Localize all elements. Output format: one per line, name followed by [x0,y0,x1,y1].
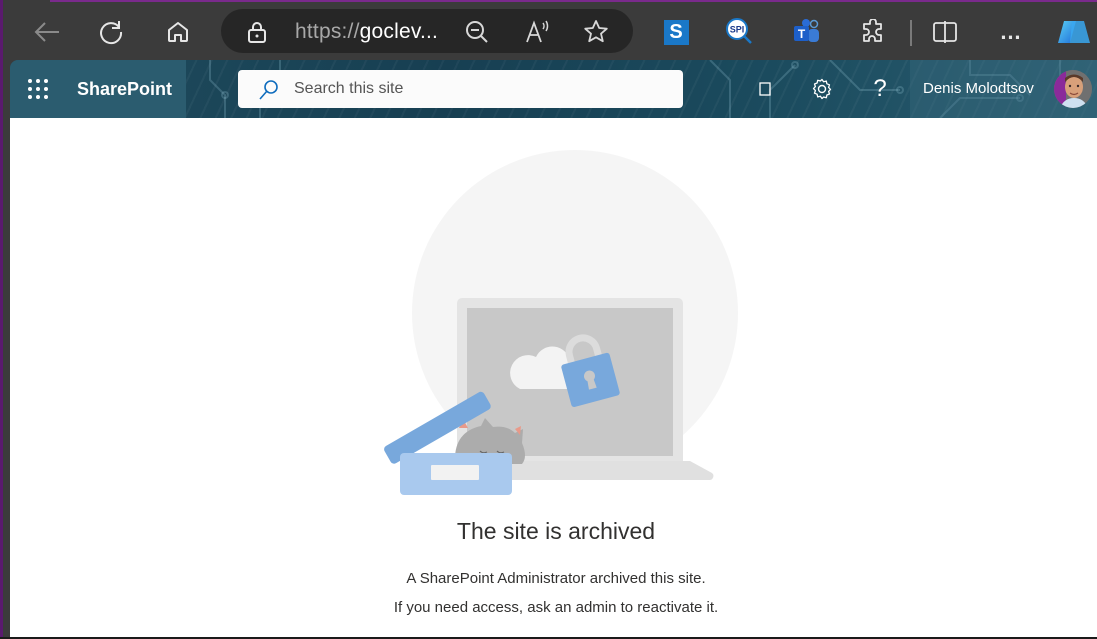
extensions-button[interactable] [855,14,891,50]
copilot-icon [1058,21,1090,43]
browser-toolbar: https://goclev... S SPI T … [3,2,1097,60]
help-icon: ? [873,75,887,102]
url-text[interactable]: https://goclev... [295,20,438,44]
teams-button[interactable]: T [788,14,824,50]
s-extension-button[interactable]: S [658,14,694,50]
suite-bar: SharePoint ? Denis Molodtsov [10,60,1097,118]
home-icon [168,22,188,42]
puzzle-icon [863,19,882,42]
back-button[interactable] [29,14,65,50]
message-line-1: A SharePoint Administrator archived this… [406,570,706,587]
refresh-button[interactable] [93,14,129,50]
avatar[interactable] [1054,70,1092,108]
app-launcher-icon[interactable] [28,79,48,99]
more-icon: … [999,19,1023,44]
search-box[interactable] [238,70,683,108]
s-extension-icon: S [663,19,689,45]
app-name[interactable]: SharePoint [77,79,172,100]
toolbar-divider [910,20,912,46]
spi-extension-label: SPI [730,25,745,35]
box-label [431,465,479,480]
refresh-icon [100,21,123,45]
s-extension-label: S [669,20,683,43]
address-bar[interactable]: https://goclev... [221,9,633,53]
read-aloud-icon[interactable] [524,19,550,45]
split-screen-button[interactable] [927,14,963,50]
spi-extension-button[interactable]: SPI [721,14,757,50]
main-content: The site is archived A SharePoint Admini… [10,118,1097,639]
user-photo [1054,70,1092,108]
star-icon[interactable] [583,19,609,45]
message-line-2: If you need access, ask an admin to reac… [393,599,719,616]
lock-icon[interactable] [247,21,267,48]
help-button[interactable]: ? [865,74,895,104]
split-screen-icon [933,21,957,43]
teams-label: T [798,27,806,41]
gear-icon [812,78,832,100]
url-host: goclev... [359,20,439,43]
more-button[interactable]: … [993,14,1029,50]
copilot-button[interactable] [1055,14,1091,50]
teams-icon: T [794,19,819,42]
archived-illustration [384,150,738,495]
search-icon [258,79,280,106]
placeholder-square-icon [759,82,771,96]
window-frame-left [0,0,3,639]
page-title: The site is archived [456,518,656,544]
notification-button[interactable] [750,74,780,104]
zoom-out-icon[interactable] [464,19,490,45]
spi-extension-icon: SPI [726,18,752,44]
arrow-left-icon [34,22,59,42]
user-name[interactable]: Denis Molodtsov [923,80,1034,97]
settings-button[interactable] [807,74,837,104]
home-button[interactable] [160,14,196,50]
url-protocol: https:// [295,20,360,43]
search-input[interactable] [294,76,664,102]
